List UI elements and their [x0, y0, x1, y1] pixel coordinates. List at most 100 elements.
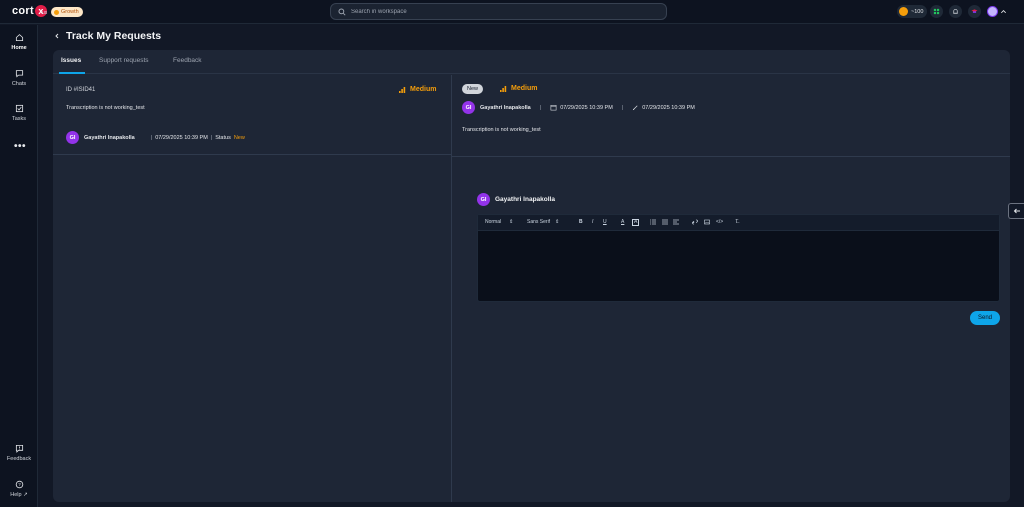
calendar-icon: [550, 105, 557, 111]
requests-panel: Issues Support requests Feedback ID #ISI…: [53, 50, 1010, 502]
tasks-icon: [15, 104, 23, 113]
graduation-cap-icon: [971, 9, 978, 13]
link-icon[interactable]: [692, 219, 698, 225]
format-select[interactable]: Normal ⇕: [485, 219, 513, 225]
ticket-id: ID #ISID41: [66, 87, 96, 93]
tabs-bar: Issues Support requests Feedback: [53, 50, 1010, 74]
pencil-icon: [633, 105, 638, 111]
plan-icon: [54, 9, 59, 15]
detail-meta: GI Gayathri Inapakolla | 07/29/2025 10:3…: [462, 101, 695, 114]
status-badge: New: [233, 134, 245, 141]
status-label: Status: [215, 134, 231, 141]
separator: |: [539, 104, 542, 111]
arrow-left-icon: [1013, 208, 1020, 214]
reply-editor[interactable]: Normal ⇕ Sans Serif ⇕ B I U A A </> T̶: [477, 214, 1000, 302]
sidebar-item-feedback[interactable]: Feedback: [0, 441, 38, 471]
feedback-icon: [15, 444, 23, 453]
image-icon[interactable]: [704, 219, 710, 225]
bell-icon: [953, 9, 958, 14]
bullet-list-icon[interactable]: [662, 219, 668, 225]
sidebar-label-home: Home: [11, 45, 27, 51]
academy-button[interactable]: [968, 5, 981, 18]
help-icon: ?: [15, 480, 23, 489]
search-input[interactable]: [351, 8, 651, 15]
back-button[interactable]: [53, 31, 61, 41]
credits-badge[interactable]: ~100: [897, 5, 928, 18]
coin-icon: [899, 7, 908, 16]
plan-badge[interactable]: Growth: [51, 7, 83, 17]
sidebar-item-tasks[interactable]: Tasks: [0, 101, 38, 131]
editor-toolbar: Normal ⇕ Sans Serif ⇕ B I U A A </> T̶: [478, 215, 999, 231]
avatar: GI: [66, 131, 79, 144]
avatar: GI: [477, 193, 490, 206]
font-select[interactable]: Sans Serif ⇕: [527, 219, 559, 225]
search-icon: [338, 7, 346, 16]
top-bar: cortx us Growth ~100: [0, 0, 1024, 24]
ticket-description: Transcription is not working_test: [66, 105, 145, 111]
logo-text: cort: [12, 5, 34, 17]
signal-bars-icon: [399, 87, 406, 93]
priority-indicator: Medium: [399, 86, 436, 93]
priority-label: Medium: [410, 86, 437, 93]
bold-icon[interactable]: B: [579, 219, 583, 225]
chat-icon: [15, 70, 23, 78]
sidebar-label-feedback: Feedback: [6, 456, 32, 462]
page-title: Track My Requests: [66, 30, 162, 42]
reply-author: GI Gayathri Inapakolla: [477, 193, 555, 206]
user-avatar[interactable]: [987, 6, 998, 17]
clear-format-icon[interactable]: T̶: [735, 219, 738, 225]
detail-user: Gayathri Inapakolla: [480, 104, 531, 111]
align-icon[interactable]: [673, 219, 679, 225]
italic-icon[interactable]: I: [592, 219, 593, 225]
sidebar: Home Chats Tasks ••• Feedback ? Help ↗: [0, 25, 38, 507]
ticket-user: Gayathri Inapakolla: [84, 134, 135, 141]
ordered-list-icon[interactable]: [650, 219, 656, 225]
ticket-list: ID #ISID41 Medium Transcription is not w…: [53, 75, 451, 502]
notifications-button[interactable]: [949, 5, 962, 18]
separator: |: [150, 134, 153, 141]
detail-created: 07/29/2025 10:39 PM: [560, 104, 613, 111]
detail-description: Transcription is not working_test: [462, 127, 541, 133]
separator: |: [621, 104, 624, 111]
tab-feedback[interactable]: Feedback: [173, 57, 202, 74]
ticket-detail-header: New Medium GI Gayathri Inapakolla | 07/2…: [452, 75, 1010, 157]
sidebar-item-help[interactable]: ? Help ↗: [0, 477, 38, 507]
sidebar-item-chats[interactable]: Chats: [0, 66, 38, 96]
sidebar-label-chats: Chats: [11, 81, 27, 87]
ticket-datetime: 07/29/2025 10:39 PM: [155, 134, 208, 141]
grid-icon: [933, 8, 940, 15]
sidebar-item-home[interactable]: Home: [0, 30, 38, 60]
text-color-icon[interactable]: A: [621, 219, 624, 225]
region-label: us: [42, 10, 48, 16]
chevron-left-icon: [55, 33, 59, 39]
home-icon: [15, 34, 23, 42]
apps-button[interactable]: [930, 5, 943, 18]
reply-user-name: Gayathri Inapakolla: [495, 196, 555, 203]
detail-priority-indicator: Medium: [500, 85, 537, 92]
detail-updated: 07/29/2025 10:39 PM: [642, 104, 695, 111]
search-bar[interactable]: [330, 3, 667, 20]
chevron-up-icon[interactable]: [1000, 8, 1007, 15]
sidebar-label-help: Help ↗: [10, 492, 28, 498]
tab-support-requests[interactable]: Support requests: [99, 57, 149, 74]
credits-value: ~100: [911, 8, 924, 15]
more-menu-button[interactable]: •••: [14, 142, 26, 152]
ticket-meta: GI Gayathri Inapakolla | 07/29/2025 10:3…: [66, 131, 245, 144]
external-link-icon: ↗: [23, 492, 28, 498]
ticket-detail: New Medium GI Gayathri Inapakolla | 07/2…: [452, 75, 1010, 502]
plan-label: Growth: [61, 9, 79, 15]
status-pill: New: [462, 84, 484, 94]
code-icon[interactable]: </>: [716, 219, 723, 225]
separator: |: [210, 134, 213, 141]
collapse-panel-button[interactable]: [1008, 203, 1024, 219]
underline-icon[interactable]: U: [603, 219, 607, 225]
send-button[interactable]: Send: [970, 311, 1000, 325]
svg-text:?: ?: [18, 482, 21, 487]
background-color-icon[interactable]: A: [632, 219, 640, 226]
active-tab-indicator: [59, 72, 85, 74]
sidebar-label-tasks: Tasks: [11, 116, 27, 122]
signal-bars-icon: [500, 86, 507, 92]
ticket-card[interactable]: ID #ISID41 Medium Transcription is not w…: [53, 75, 451, 155]
detail-priority-label: Medium: [511, 85, 538, 92]
avatar: GI: [462, 101, 475, 114]
